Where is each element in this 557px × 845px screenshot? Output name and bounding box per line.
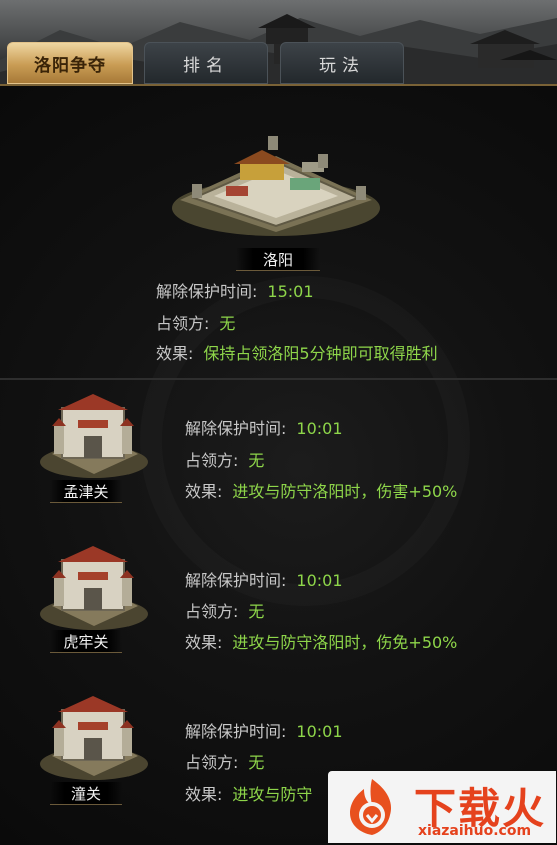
occupier-value: 无 bbox=[219, 314, 236, 333]
pass-occupier-row: 占领方: 无 bbox=[185, 749, 264, 773]
protection-value: 10:01 bbox=[296, 419, 343, 438]
tab-luoyang-battle[interactable]: 洛阳争夺 bbox=[7, 42, 133, 84]
tab-ranking[interactable]: 排名 bbox=[144, 42, 268, 84]
occupier-value: 无 bbox=[248, 451, 265, 470]
protection-value: 10:01 bbox=[296, 571, 343, 590]
pass-effect-row: 效果: 进攻与防守 bbox=[185, 781, 312, 805]
tab-label: 洛阳争夺 bbox=[34, 55, 106, 76]
pass-name: 潼关 bbox=[70, 784, 101, 803]
pass-name: 虎牢关 bbox=[63, 632, 109, 651]
pass-name: 孟津关 bbox=[63, 482, 109, 501]
main-city-occupier-row: 占领方: 无 bbox=[156, 310, 235, 334]
pass-protection-row: 解除保护时间: 10:01 bbox=[185, 415, 343, 439]
pass-name-plate: 虎牢关 bbox=[50, 630, 122, 653]
protection-label: 解除保护时间: bbox=[185, 571, 287, 590]
protection-label: 解除保护时间: bbox=[156, 282, 258, 301]
effect-label: 效果: bbox=[185, 482, 223, 501]
occupier-label: 占领方: bbox=[156, 314, 210, 333]
effect-label: 效果: bbox=[156, 344, 194, 363]
main-city-name-plate: 洛阳 bbox=[236, 248, 320, 271]
tong-pass-image[interactable] bbox=[38, 692, 150, 782]
pass-name-plate: 潼关 bbox=[50, 782, 122, 805]
occupier-label: 占领方: bbox=[185, 602, 239, 621]
pass-protection-row: 解除保护时间: 10:01 bbox=[185, 567, 343, 591]
effect-label: 效果: bbox=[185, 633, 223, 652]
occupier-label: 占领方: bbox=[185, 753, 239, 772]
main-city-name: 洛阳 bbox=[262, 250, 293, 269]
luoyang-city-image[interactable] bbox=[170, 128, 382, 240]
effect-value: 进攻与防守洛阳时，伤免+50% bbox=[232, 633, 458, 652]
main-city-protection-row: 解除保护时间: 15:01 bbox=[156, 278, 314, 302]
header-banner: 洛阳争夺 排名 玩法 bbox=[0, 0, 557, 86]
hulao-pass-image[interactable] bbox=[38, 542, 150, 632]
pass-occupier-row: 占领方: 无 bbox=[185, 598, 264, 622]
mengjin-pass-image[interactable] bbox=[38, 390, 150, 480]
site-watermark-logo: 下载火 xiazaihuo.com bbox=[328, 771, 556, 843]
section-divider bbox=[0, 378, 557, 380]
effect-value: 保持占领洛阳5分钟即可取得胜利 bbox=[203, 344, 438, 363]
watermark-domain: xiazaihuo.com bbox=[418, 823, 532, 839]
occupier-label: 占领方: bbox=[185, 451, 239, 470]
pass-occupier-row: 占领方: 无 bbox=[185, 447, 264, 471]
tab-label: 玩法 bbox=[319, 55, 365, 76]
tab-gameplay[interactable]: 玩法 bbox=[280, 42, 404, 84]
flame-logo-icon bbox=[350, 779, 392, 835]
main-city-effect-row: 效果: 保持占领洛阳5分钟即可取得胜利 bbox=[156, 340, 438, 364]
tab-label: 排名 bbox=[183, 55, 229, 76]
occupier-value: 无 bbox=[248, 602, 265, 621]
occupier-value: 无 bbox=[248, 753, 265, 772]
protection-value: 10:01 bbox=[296, 722, 343, 741]
pass-name-plate: 孟津关 bbox=[50, 480, 122, 503]
effect-value: 进攻与防守洛阳时，伤害+50% bbox=[232, 482, 458, 501]
effect-label: 效果: bbox=[185, 785, 223, 804]
protection-label: 解除保护时间: bbox=[185, 419, 287, 438]
pass-effect-row: 效果: 进攻与防守洛阳时，伤免+50% bbox=[185, 629, 457, 653]
pass-effect-row: 效果: 进攻与防守洛阳时，伤害+50% bbox=[185, 478, 457, 502]
protection-label: 解除保护时间: bbox=[185, 722, 287, 741]
protection-value: 15:01 bbox=[267, 282, 314, 301]
effect-value: 进攻与防守 bbox=[232, 785, 313, 804]
pass-protection-row: 解除保护时间: 10:01 bbox=[185, 718, 343, 742]
